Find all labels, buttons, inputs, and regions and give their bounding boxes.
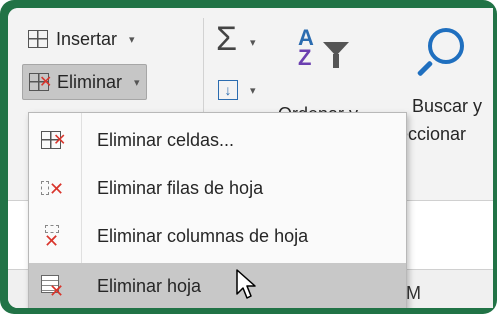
delete-cells-icon: ✕ — [29, 71, 52, 93]
delete-label: Eliminar — [57, 71, 123, 92]
sort-az-icon[interactable]: AZ — [298, 27, 314, 69]
filter-icon — [323, 42, 349, 68]
window-frame: Insertar ▾ ✕ Eliminar ▾ Σ ▾ ↓ ▾ AZ Orden… — [0, 0, 497, 314]
menu-item-delete-rows[interactable]: ✕ Eliminar filas de hoja — [29, 165, 406, 211]
chevron-down-icon: ▾ — [134, 76, 140, 89]
chevron-down-icon[interactable]: ▾ — [250, 36, 256, 49]
excel-window: Insertar ▾ ✕ Eliminar ▾ Σ ▾ ↓ ▾ AZ Orden… — [8, 8, 493, 308]
mouse-pointer-icon — [236, 269, 256, 299]
chevron-down-icon: ▾ — [129, 33, 135, 46]
menu-item-delete-sheet[interactable]: ✕ Eliminar hoja — [29, 263, 406, 308]
menu-item-delete-cells[interactable]: ✕ Eliminar celdas... — [29, 117, 406, 163]
chevron-down-icon[interactable]: ▾ — [250, 84, 256, 97]
autosum-icon[interactable]: Σ — [216, 20, 237, 59]
search-icon-handle — [416, 60, 434, 77]
delete-columns-icon: ✕ — [41, 225, 63, 250]
menu-item-label: Eliminar hoja — [97, 275, 202, 296]
delete-button[interactable]: ✕ Eliminar ▾ — [22, 64, 147, 100]
delete-sheet-icon: ✕ — [41, 275, 64, 300]
insert-cells-icon — [28, 28, 50, 50]
insert-button[interactable]: Insertar ▾ — [22, 22, 141, 56]
delete-rows-icon: ✕ — [41, 177, 64, 199]
insert-label: Insertar — [56, 28, 118, 49]
find-select-label-line1[interactable]: Buscar y — [412, 96, 482, 117]
menu-item-delete-columns[interactable]: ✕ Eliminar columnas de hoja — [29, 213, 406, 259]
fill-icon[interactable]: ↓ — [218, 80, 238, 100]
column-header-m[interactable]: M — [406, 283, 421, 304]
menu-item-label: Eliminar celdas... — [97, 129, 235, 150]
delete-dropdown-menu: ✕ Eliminar celdas... ✕ Eliminar filas de… — [28, 112, 407, 308]
menu-item-label: Eliminar filas de hoja — [97, 177, 264, 198]
search-icon[interactable] — [428, 28, 464, 64]
delete-cells-icon: ✕ — [41, 129, 66, 151]
menu-item-label: Eliminar columnas de hoja — [97, 225, 309, 246]
